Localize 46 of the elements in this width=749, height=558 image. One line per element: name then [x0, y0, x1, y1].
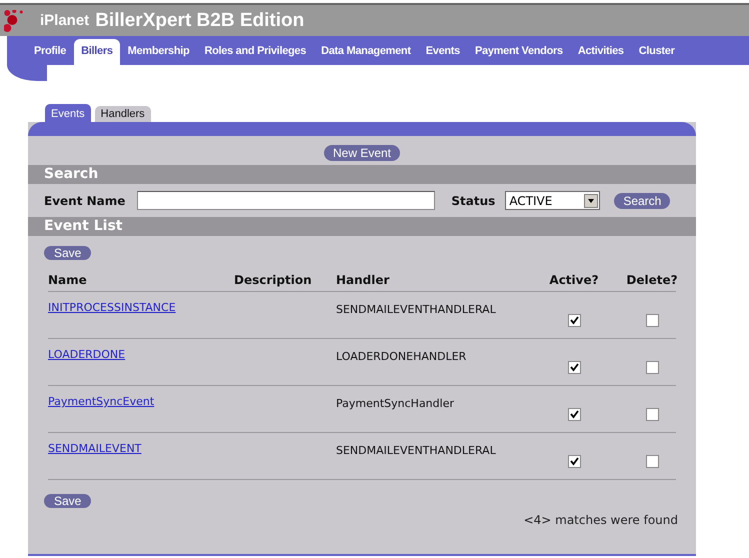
column-header: Handler	[336, 273, 390, 287]
checkbox[interactable]	[568, 314, 580, 327]
column-header: Active?	[548, 273, 600, 287]
save-button[interactable]: Save	[44, 494, 92, 508]
column-header: Description	[234, 273, 313, 287]
table-cell-text: SENDMAILEVENTHANDLERAL	[336, 444, 497, 457]
event-link[interactable]: SENDMAILEVENT	[48, 442, 142, 455]
nav-tab[interactable]: Payment Vendors	[468, 39, 570, 65]
sub-tab[interactable]: Events	[45, 104, 91, 122]
event-name-field[interactable]	[137, 191, 436, 210]
event-link[interactable]: PaymentSyncEvent	[48, 395, 154, 408]
save-button[interactable]: Save	[44, 246, 92, 260]
section-header: Search	[28, 165, 696, 184]
field-label: Status	[451, 194, 496, 208]
event-link[interactable]: INITPROCESSINSTANCE	[48, 301, 176, 314]
brand-name: iPlanet	[40, 12, 90, 29]
new-event-button[interactable]: New Event	[324, 145, 400, 161]
column-header: Name	[48, 273, 88, 287]
nav-tab[interactable]: Roles and Privileges	[197, 39, 314, 65]
section-header: Event List	[28, 217, 696, 236]
product-title: BillerXpert B2B Edition	[95, 10, 304, 32]
checkbox[interactable]	[568, 361, 580, 374]
table-cell-text: SENDMAILEVENTHANDLERAL	[336, 303, 497, 316]
match-count: <4> matches were found	[522, 513, 679, 527]
nav-tab[interactable]: Billers	[74, 39, 120, 65]
nav-tab[interactable]: Profile	[27, 39, 74, 65]
checkbox[interactable]	[568, 455, 580, 468]
sub-tab[interactable]: Handlers	[94, 106, 151, 122]
nav-tab[interactable]: Membership	[120, 39, 196, 65]
search-button[interactable]: Search	[614, 192, 670, 208]
checkbox[interactable]	[646, 314, 658, 327]
nav-tab[interactable]: Activities	[570, 39, 631, 65]
nav-tab[interactable]: Events	[418, 39, 467, 65]
column-header: Delete?	[625, 273, 679, 287]
checkbox[interactable]	[568, 408, 580, 421]
nav-tab[interactable]: Data Management	[314, 39, 418, 65]
table-cell-text: LOADERDONEHANDLER	[336, 350, 468, 363]
field-label: Event Name	[44, 194, 126, 208]
checkbox[interactable]	[646, 455, 658, 468]
nav-tab[interactable]: Cluster	[632, 39, 682, 65]
status-dropdown[interactable]: ACTIVE	[505, 191, 600, 210]
checkbox[interactable]	[646, 408, 658, 421]
event-link[interactable]: LOADERDONE	[48, 348, 126, 361]
checkbox[interactable]	[646, 361, 658, 374]
dots-logo-icon	[4, 10, 24, 32]
table-cell-text: PaymentSyncHandler	[336, 397, 455, 410]
